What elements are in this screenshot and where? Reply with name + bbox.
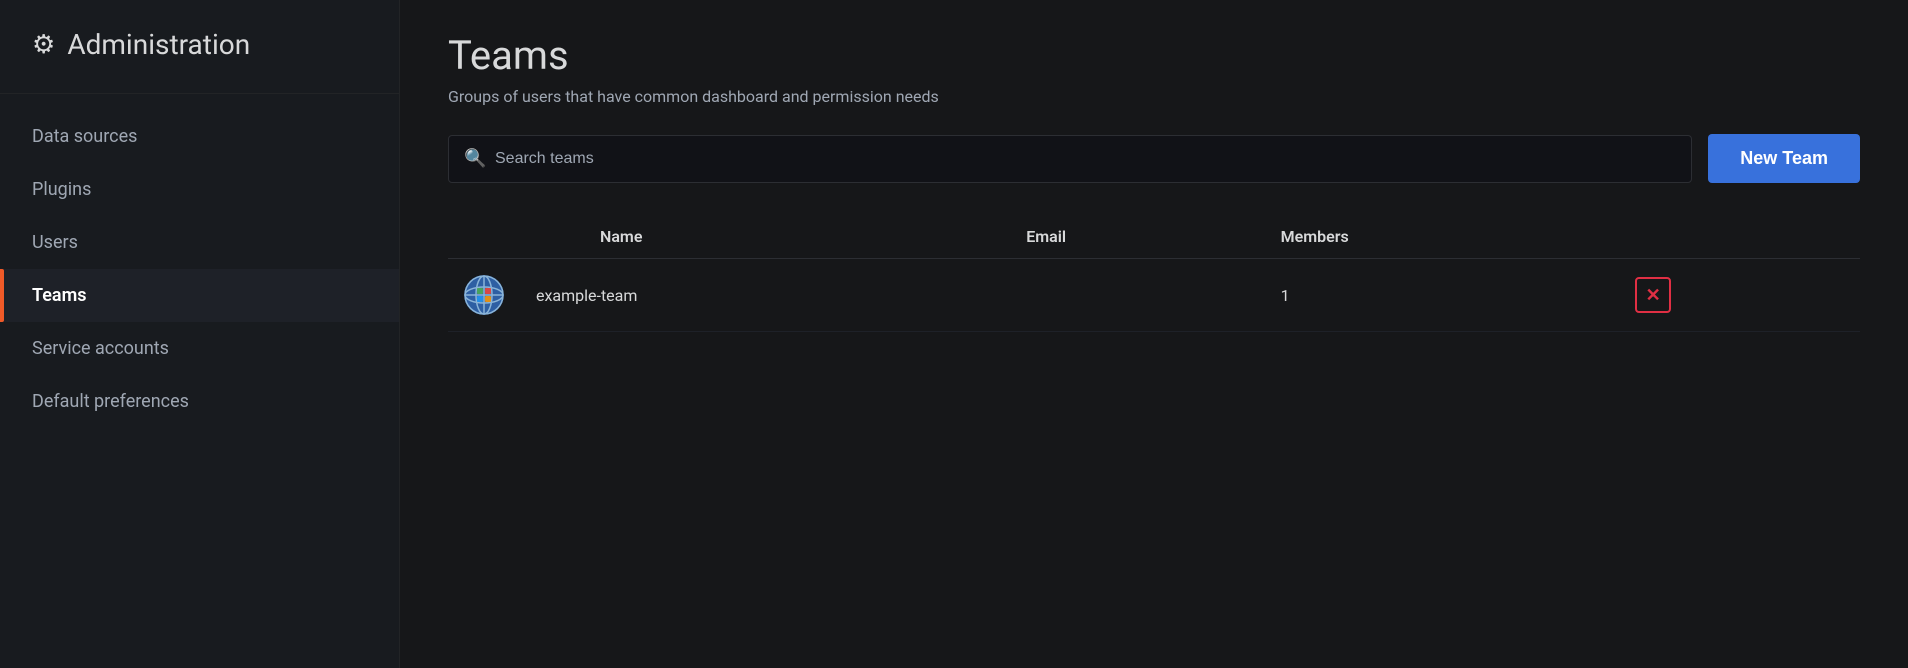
sidebar-header: ⚙ Administration xyxy=(0,0,399,94)
team-avatar xyxy=(464,275,504,315)
team-avatar-cell xyxy=(448,259,520,332)
table-row: example-team 1 ✕ xyxy=(448,259,1860,332)
search-input[interactable] xyxy=(448,135,1692,183)
col-header-actions xyxy=(1619,215,1860,259)
table-header: Name Email Members xyxy=(448,215,1860,259)
page-subtitle: Groups of users that have common dashboa… xyxy=(448,87,1860,106)
sidebar-item-users[interactable]: Users xyxy=(0,216,399,269)
sidebar: ⚙ Administration Data sources Plugins Us… xyxy=(0,0,400,668)
sidebar-item-label: Teams xyxy=(32,285,87,306)
table-header-row: Name Email Members xyxy=(448,215,1860,259)
new-team-button[interactable]: New Team xyxy=(1708,134,1860,183)
delete-team-button[interactable]: ✕ xyxy=(1635,277,1671,313)
team-members-cell: 1 xyxy=(1265,259,1620,332)
team-email-cell xyxy=(1010,259,1264,332)
teams-table: Name Email Members xyxy=(448,215,1860,332)
page-title: Teams xyxy=(448,32,1860,79)
close-icon: ✕ xyxy=(1646,285,1661,306)
table-body: example-team 1 ✕ xyxy=(448,259,1860,332)
sidebar-item-data-sources[interactable]: Data sources xyxy=(0,110,399,163)
col-avatar xyxy=(448,215,520,259)
sidebar-title: Administration xyxy=(67,28,250,61)
sidebar-item-label: Users xyxy=(32,232,78,253)
col-header-name: Name xyxy=(520,215,1010,259)
gear-icon: ⚙ xyxy=(32,30,55,60)
sidebar-item-label: Plugins xyxy=(32,179,91,200)
sidebar-item-default-preferences[interactable]: Default preferences xyxy=(0,375,399,428)
sidebar-item-teams[interactable]: Teams xyxy=(0,269,399,322)
col-header-email: Email xyxy=(1010,215,1264,259)
team-name-cell[interactable]: example-team xyxy=(520,259,1010,332)
main-content: Teams Groups of users that have common d… xyxy=(400,0,1908,668)
search-icon: 🔍 xyxy=(464,148,486,169)
search-input-wrapper: 🔍 xyxy=(448,135,1692,183)
sidebar-item-label: Default preferences xyxy=(32,391,189,412)
sidebar-nav: Data sources Plugins Users Teams Service… xyxy=(0,94,399,444)
sidebar-item-label: Service accounts xyxy=(32,338,169,359)
col-header-members: Members xyxy=(1265,215,1620,259)
team-avatar-image xyxy=(464,275,504,315)
sidebar-item-service-accounts[interactable]: Service accounts xyxy=(0,322,399,375)
team-delete-cell: ✕ xyxy=(1619,259,1860,332)
search-bar-row: 🔍 New Team xyxy=(448,134,1860,183)
sidebar-item-label: Data sources xyxy=(32,126,137,147)
sidebar-item-plugins[interactable]: Plugins xyxy=(0,163,399,216)
